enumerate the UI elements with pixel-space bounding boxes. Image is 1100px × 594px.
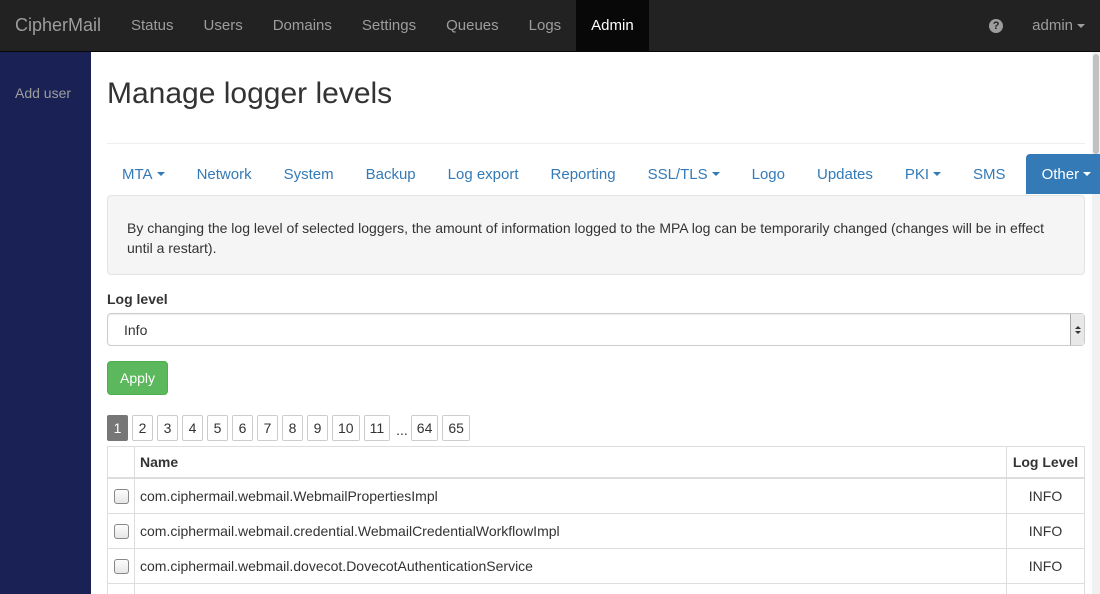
main-content: Manage logger levels MTA Network System … xyxy=(107,52,1100,594)
header-check-cell xyxy=(108,447,135,477)
nav-status[interactable]: Status xyxy=(116,0,189,51)
question-circle-icon: ? xyxy=(989,18,1004,33)
caret-down-icon xyxy=(933,172,942,176)
nav-right: ? admin xyxy=(976,0,1100,51)
page-2[interactable]: 2 xyxy=(132,415,153,441)
log-level-label: Log level xyxy=(107,291,168,307)
page-1[interactable]: 1 xyxy=(107,415,128,441)
apply-button[interactable]: Apply xyxy=(107,361,168,395)
triangle-down-icon xyxy=(1074,330,1081,334)
top-navbar: CipherMail Status Users Domains Settings… xyxy=(0,0,1100,52)
row-logger-name: com.ciphermail.webmail.credential.Webmai… xyxy=(135,514,1007,548)
tab-ssl-tls-label: SSL/TLS xyxy=(647,165,708,183)
logger-table: Name Log Level com.ciphermail.webmail.We… xyxy=(107,446,1085,594)
page-9[interactable]: 9 xyxy=(307,415,328,441)
page-4[interactable]: 4 xyxy=(182,415,203,441)
row-checkbox[interactable] xyxy=(113,488,129,504)
table-row: com.ciphermail.webmail.dovecot.DovecotAu… xyxy=(108,549,1084,584)
row-check-cell xyxy=(108,549,135,583)
caret-down-icon xyxy=(1077,23,1085,28)
tab-mta[interactable]: MTA xyxy=(107,154,181,194)
table-row: com.ciphermail.webmail.james.mailets.Cre… xyxy=(108,584,1084,594)
table-row: com.ciphermail.webmail.WebmailProperties… xyxy=(108,479,1084,514)
page-3[interactable]: 3 xyxy=(157,415,178,441)
pagination-ellipsis: ... xyxy=(396,422,408,438)
scrollbar-thumb[interactable] xyxy=(1093,54,1099,154)
sidebar: Add user xyxy=(0,52,91,594)
user-menu[interactable]: admin xyxy=(1022,0,1100,51)
log-level-select[interactable]: Info xyxy=(107,313,1085,346)
page-title: Manage logger levels xyxy=(107,79,1085,144)
nav-domains[interactable]: Domains xyxy=(258,0,347,51)
triangle-up-icon xyxy=(1074,325,1081,329)
row-checkbox[interactable] xyxy=(113,523,129,539)
row-logger-name: com.ciphermail.webmail.james.mailets.Cre… xyxy=(135,584,1007,594)
row-log-level: INFO xyxy=(1007,584,1084,594)
row-check-cell xyxy=(108,584,135,594)
page-6[interactable]: 6 xyxy=(232,415,253,441)
table-row: com.ciphermail.webmail.credential.Webmai… xyxy=(108,514,1084,549)
table-header: Name Log Level xyxy=(108,447,1084,479)
tab-logo[interactable]: Logo xyxy=(736,154,801,194)
page-8[interactable]: 8 xyxy=(282,415,303,441)
tab-updates[interactable]: Updates xyxy=(801,154,889,194)
select-spinner-icon xyxy=(1070,314,1084,345)
nav-settings[interactable]: Settings xyxy=(347,0,431,51)
tab-log-export[interactable]: Log export xyxy=(432,154,535,194)
row-log-level: INFO xyxy=(1028,523,1063,539)
tab-system[interactable]: System xyxy=(268,154,350,194)
tab-network[interactable]: Network xyxy=(181,154,268,194)
caret-down-icon xyxy=(156,172,165,176)
nav-users[interactable]: Users xyxy=(189,0,258,51)
page-5[interactable]: 5 xyxy=(207,415,228,441)
page-65[interactable]: 65 xyxy=(442,415,470,441)
tab-backup[interactable]: Backup xyxy=(350,154,432,194)
tab-sms[interactable]: SMS xyxy=(957,154,1022,194)
log-level-selected-value: Info xyxy=(124,322,148,338)
tab-pki[interactable]: PKI xyxy=(889,154,957,194)
pagination: 1 2 3 4 5 6 7 8 9 10 11 ... 64 65 xyxy=(107,415,1085,441)
sidebar-item-add-user[interactable]: Add user xyxy=(0,52,91,101)
row-checkbox[interactable] xyxy=(113,558,129,574)
row-check-cell xyxy=(108,514,135,548)
help-button[interactable]: ? xyxy=(976,0,1016,51)
info-well: By changing the log level of selected lo… xyxy=(107,195,1085,275)
nav-logs[interactable]: Logs xyxy=(514,0,577,51)
tab-other[interactable]: Other xyxy=(1025,154,1100,194)
row-logger-name: com.ciphermail.webmail.dovecot.DovecotAu… xyxy=(135,549,1007,583)
brand-logo[interactable]: CipherMail xyxy=(0,0,116,51)
tab-reporting[interactable]: Reporting xyxy=(535,154,632,194)
page-64[interactable]: 64 xyxy=(410,415,439,441)
nav-queues[interactable]: Queues xyxy=(431,0,514,51)
main-nav: Status Users Domains Settings Queues Log… xyxy=(116,0,649,51)
nav-admin[interactable]: Admin xyxy=(576,0,649,51)
caret-down-icon xyxy=(711,172,720,176)
header-log-level[interactable]: Log Level xyxy=(1007,447,1084,477)
row-logger-name: com.ciphermail.webmail.WebmailProperties… xyxy=(135,479,1007,513)
page-scrollbar[interactable] xyxy=(1092,52,1100,594)
row-log-level: INFO xyxy=(1028,488,1063,504)
header-name[interactable]: Name xyxy=(135,447,1007,477)
tab-ssl-tls[interactable]: SSL/TLS xyxy=(632,154,736,194)
admin-subtabs: MTA Network System Backup Log export Rep… xyxy=(107,154,1100,194)
tab-mta-label: MTA xyxy=(122,165,153,183)
row-check-cell xyxy=(108,479,135,513)
tab-other-label: Other xyxy=(1041,165,1080,183)
page-7[interactable]: 7 xyxy=(257,415,278,441)
row-log-level: INFO xyxy=(1028,558,1063,574)
page-11[interactable]: 11 xyxy=(363,415,391,441)
page-10[interactable]: 10 xyxy=(332,415,360,441)
user-menu-label: admin xyxy=(1032,17,1073,34)
tab-pki-label: PKI xyxy=(904,165,930,183)
caret-down-icon xyxy=(1083,172,1092,176)
